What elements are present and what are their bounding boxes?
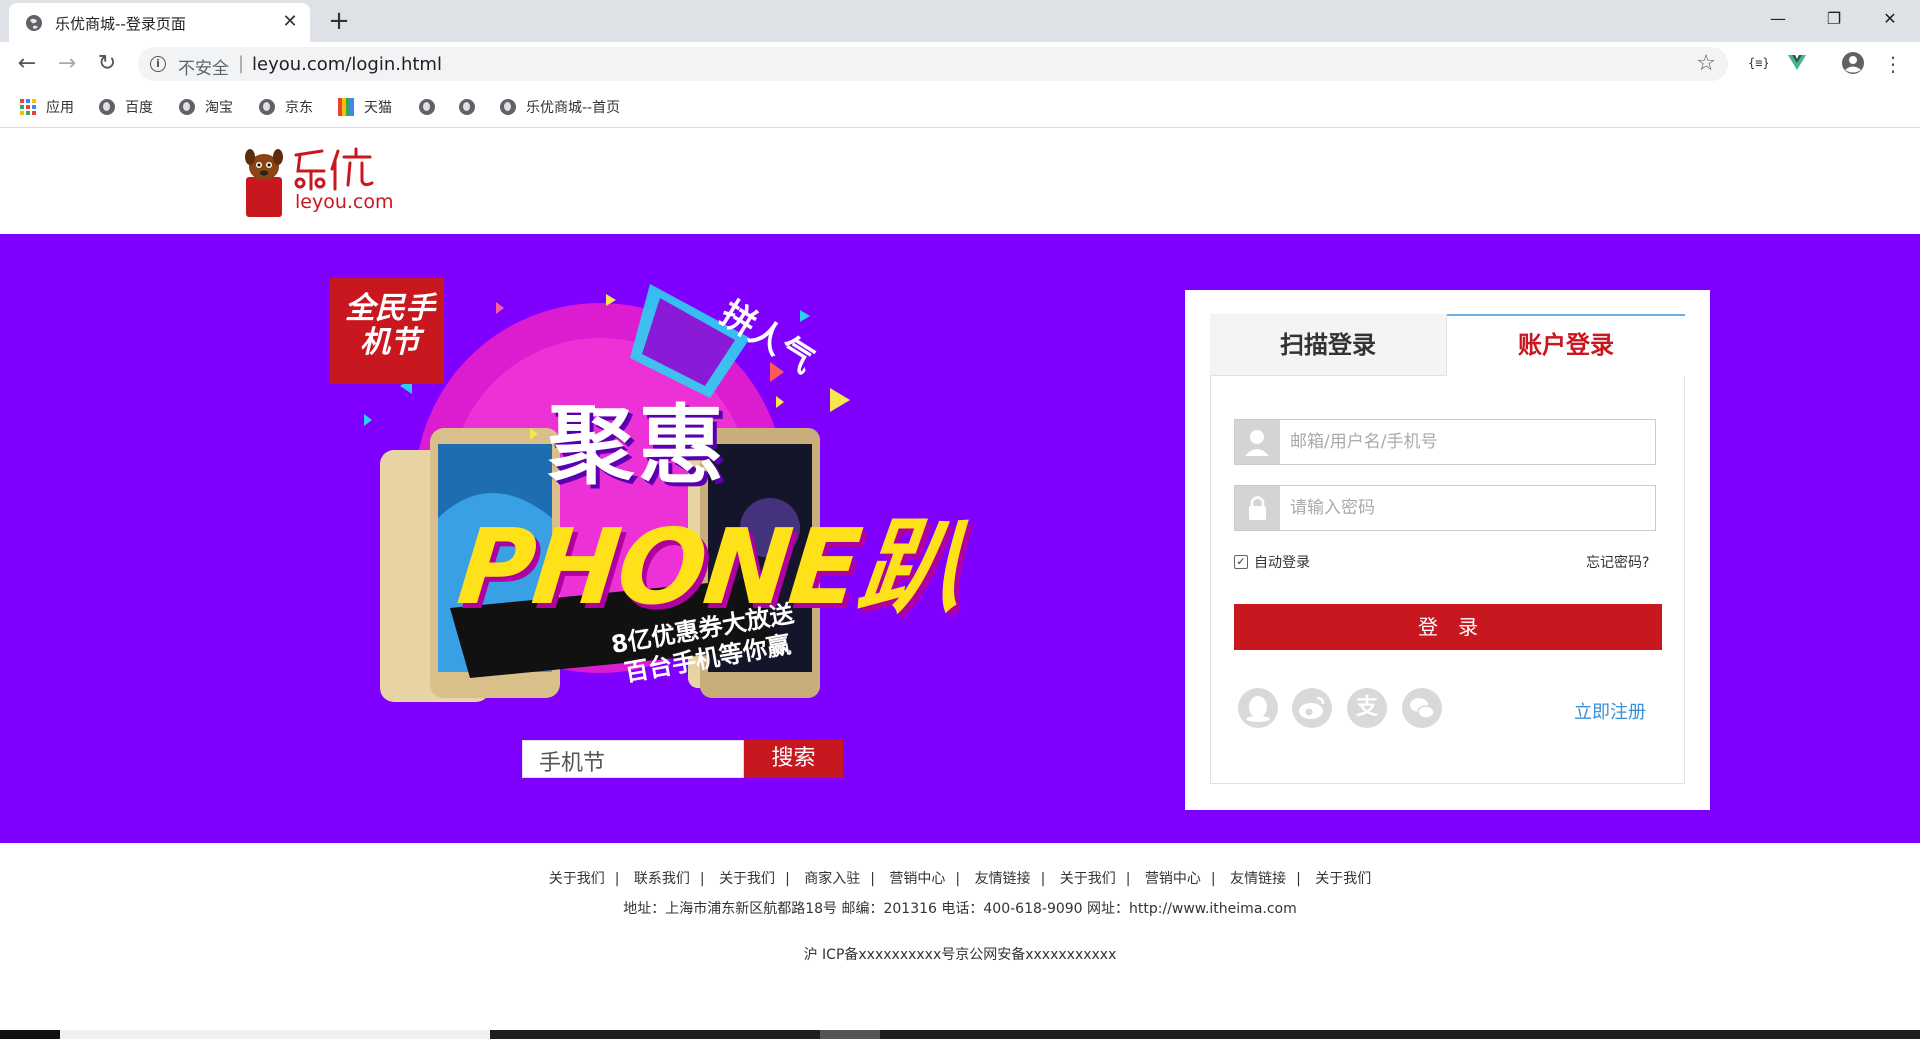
promo-search-input[interactable]: 手机节 (522, 740, 744, 778)
tab-close-icon[interactable]: ✕ (279, 11, 301, 33)
bookmark-baidu[interactable]: 百度 (99, 96, 153, 118)
footer-divider: | (699, 871, 705, 887)
bookmark-taobao[interactable]: 淘宝 (179, 96, 233, 118)
minimize-button[interactable]: — (1750, 0, 1806, 38)
restore-button[interactable]: ❐ (1806, 0, 1862, 38)
footer-divider: | (785, 871, 790, 887)
bookmark-label: 应用 (46, 100, 74, 116)
tmall-icon (338, 98, 354, 116)
taskbar-search[interactable] (60, 1030, 490, 1039)
security-label: 不安全 (178, 59, 229, 79)
logo-domain-text: leyou.com (295, 191, 394, 213)
bookmark-label: 百度 (125, 100, 153, 116)
taskbar-start[interactable] (0, 1030, 60, 1039)
browser-tab-active[interactable]: 乐优商城--登录页面 ✕ (9, 3, 310, 42)
login-tabs: 扫描登录 账户登录 (1210, 314, 1685, 376)
forward-button[interactable]: → (52, 49, 82, 79)
apps-grid-icon (20, 99, 36, 115)
footer-link[interactable]: 关于我们 (1050, 871, 1126, 887)
password-field[interactable] (1234, 485, 1656, 531)
footer-link[interactable]: 联系我们 (624, 871, 700, 887)
alipay-icon[interactable]: 支 (1347, 688, 1387, 728)
bookmark-jd[interactable]: 京东 (259, 96, 313, 118)
footer-link[interactable]: 关于我们 (709, 871, 785, 887)
globe-icon (179, 99, 195, 115)
profile-avatar-icon[interactable] (1840, 51, 1866, 77)
footer-link[interactable]: 营销中心 (879, 871, 955, 887)
bookmark-unnamed-1[interactable] (419, 96, 445, 118)
bookmark-leyou-home[interactable]: 乐优商城--首页 (500, 96, 620, 118)
lock-icon (1235, 486, 1280, 530)
footer-links: 关于我们 | 联系我们 | 关于我们 | 商家入驻 | 营销中心 | 友情链接 | 关于我们… (0, 868, 1920, 888)
taskbar-app[interactable] (820, 1030, 880, 1039)
username-input[interactable] (1280, 420, 1655, 464)
browser-tab-strip: 乐优商城--登录页面 ✕ + — ❐ ✕ (0, 0, 1920, 42)
promo-search-button[interactable]: 搜索 (744, 740, 843, 778)
auto-login-checkbox[interactable]: ✓ (1234, 555, 1248, 569)
tab-title: 乐优商城--登录页面 (55, 15, 186, 33)
weibo-icon[interactable] (1292, 688, 1332, 728)
browser-menu-icon[interactable]: ⋮ (1880, 51, 1906, 77)
window-close-button[interactable]: ✕ (1862, 0, 1918, 38)
password-input[interactable] (1280, 486, 1655, 530)
footer-link[interactable]: 商家入驻 (794, 871, 870, 887)
footer-icp: 沪 ICP备xxxxxxxxxx号京公网安备xxxxxxxxxxx (803, 947, 1117, 963)
footer-link[interactable]: 关于我们 (539, 871, 615, 887)
url-text[interactable]: leyou.com/login.html (252, 54, 442, 75)
qq-icon[interactable] (1238, 688, 1278, 728)
footer-divider: | (955, 871, 961, 887)
footer-link[interactable]: 友情链接 (1220, 871, 1296, 887)
footer-divider: | (1040, 871, 1046, 887)
bookmark-unnamed-2[interactable] (459, 96, 485, 118)
extension-json-icon[interactable]: {≡} (1744, 51, 1770, 77)
footer-link[interactable]: 关于我们 (1305, 871, 1381, 887)
extension-vue-icon[interactable] (1784, 51, 1810, 77)
auto-login-label: 自动登录 (1254, 555, 1310, 571)
reload-button[interactable]: ↻ (92, 49, 122, 79)
username-field[interactable] (1234, 419, 1656, 465)
footer-address: 地址：上海市浦东新区航都路18号 邮编：201316 电话：400-618-90… (623, 901, 1297, 917)
svg-text:{≡}: {≡} (1748, 56, 1768, 70)
globe-icon (26, 15, 42, 31)
back-button[interactable]: ← (12, 49, 42, 79)
footer-divider: | (1296, 871, 1301, 887)
badge-text: 全民手机节 (345, 291, 435, 360)
tab-account-login[interactable]: 账户登录 (1447, 314, 1685, 376)
forgot-password-link[interactable]: 忘记密码? (1586, 552, 1649, 572)
footer-divider: | (1125, 871, 1131, 887)
browser-toolbar: ← → ↻ i 不安全 | leyou.com/login.html ☆ {≡}… (0, 42, 1920, 86)
tab-scan-login[interactable]: 扫描登录 (1210, 314, 1447, 376)
bookmark-label: 天猫 (364, 100, 392, 116)
user-icon (1235, 420, 1280, 464)
bookmark-tmall[interactable]: 天猫 (338, 96, 392, 118)
bookmark-star-icon[interactable]: ☆ (1696, 51, 1716, 76)
globe-icon (259, 99, 275, 115)
address-separator: | (238, 53, 245, 74)
bookmark-label: 淘宝 (205, 100, 233, 116)
register-link[interactable]: 立即注册 (1574, 698, 1646, 724)
address-bar[interactable]: i 不安全 | leyou.com/login.html ☆ (138, 47, 1728, 81)
footer-divider: | (1210, 871, 1216, 887)
bookmark-label: 乐优商城--首页 (526, 100, 621, 116)
new-tab-button[interactable]: + (324, 6, 354, 36)
footer-divider: | (614, 871, 620, 887)
os-taskbar (0, 1030, 1920, 1039)
footer-link[interactable]: 营销中心 (1135, 871, 1211, 887)
promo-phone-text: PHONE趴 (452, 506, 968, 628)
globe-icon (459, 99, 475, 115)
auto-login-option[interactable]: ✓ 自动登录 (1234, 552, 1310, 572)
footer-divider: | (870, 871, 875, 887)
globe-icon (99, 99, 115, 115)
wechat-icon[interactable] (1402, 688, 1442, 728)
bookmark-apps[interactable]: 应用 (20, 96, 74, 118)
globe-icon (419, 99, 435, 115)
footer-link[interactable]: 友情链接 (965, 871, 1041, 887)
login-button[interactable]: 登录 (1234, 604, 1662, 650)
bookmark-label: 京东 (285, 100, 313, 116)
globe-icon (500, 99, 516, 115)
info-icon[interactable]: i (150, 56, 166, 72)
bookmarks-bar: 应用 百度 淘宝 京东 天猫 乐优商城--首页 (0, 86, 1920, 128)
